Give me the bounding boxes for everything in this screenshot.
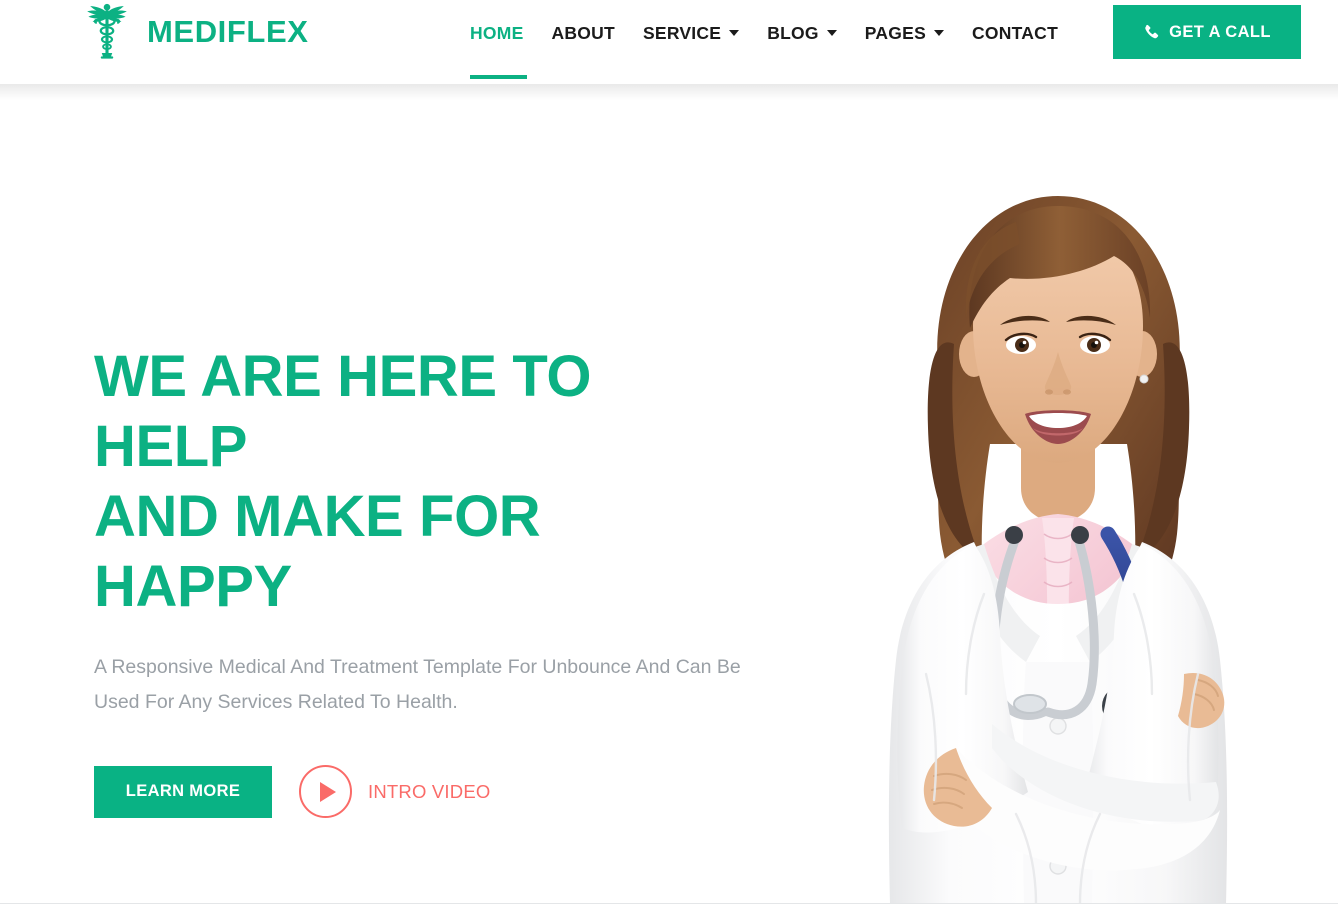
chevron-down-icon [826,30,837,36]
chevron-down-icon [729,30,740,36]
play-triangle [319,781,336,802]
nav-label-pages: PAGES [864,22,927,43]
nav-item-pages[interactable]: PAGES [851,0,958,66]
nav-label-blog: BLOG [767,22,819,43]
page-title: WE ARE HERE TO HELP AND MAKE FOR HAPPY [94,342,734,622]
learn-more-label: LEARN MORE [125,782,241,800]
caduceus-icon [87,3,127,59]
brand-logo[interactable]: MEDIFLEX [76,0,309,62]
hero-actions: LEARN MORE INTRO VIDEO [94,765,794,818]
nav-label-home: HOME [470,22,524,43]
nav-item-contact[interactable]: CONTACT [958,0,1072,66]
get-a-call-label: GET A CALL [1169,22,1271,41]
main-navigation: HOME ABOUT SERVICE BLOG PAGES CONTACT [470,0,1072,84]
active-nav-indicator [470,75,527,79]
nav-label-service: SERVICE [642,22,722,43]
intro-video-label: INTRO VIDEO [368,780,491,802]
phone-icon [1145,24,1159,38]
nav-label-contact: CONTACT [972,22,1059,43]
hero-copy: WE ARE HERE TO HELP AND MAKE FOR HAPPY A… [94,342,794,818]
brand-name: MEDIFLEX [147,13,309,49]
section-divider [0,903,1338,904]
site-header: MEDIFLEX HOME ABOUT SERVICE BLOG PAGES C… [0,0,1338,84]
nav-item-blog[interactable]: BLOG [753,0,851,66]
hero-subtitle: A Responsive Medical And Treatment Templ… [94,656,741,713]
hero-title-line-1: WE ARE HERE TO HELP [94,344,592,479]
intro-video-link[interactable]: INTRO VIDEO [299,765,490,818]
get-a-call-button[interactable]: GET A CALL [1113,5,1301,59]
nav-item-service[interactable]: SERVICE [629,0,753,66]
hero-section: WE ARE HERE TO HELP AND MAKE FOR HAPPY A… [0,84,1338,904]
learn-more-button[interactable]: LEARN MORE [94,765,272,818]
nav-label-about: ABOUT [551,22,615,43]
nav-item-home[interactable]: HOME [470,0,538,79]
doctor-photo [778,114,1338,904]
page-root: MEDIFLEX HOME ABOUT SERVICE BLOG PAGES C… [0,0,1338,913]
hero-title-line-2: AND MAKE FOR HAPPY [94,484,541,619]
play-icon[interactable] [299,765,352,818]
nav-item-about[interactable]: ABOUT [538,0,629,66]
chevron-down-icon [934,30,945,36]
